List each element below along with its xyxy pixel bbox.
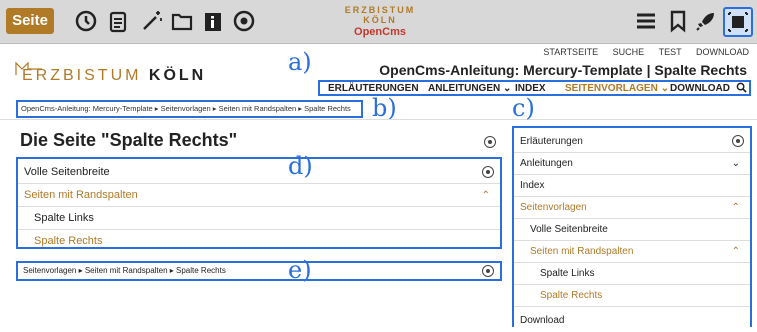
left-nav-label: Volle Seitenbreite [24,166,110,178]
right-nav-anleitungen[interactable]: Anleitungen ⌄ [514,153,750,175]
nav-erlaeuterungen[interactable]: ERLÄUTERUNGEN [328,83,419,94]
bottom-breadcrumb-text: Seitenvorlagen ▸ Seiten mit Randspalten … [23,266,226,275]
right-nav-erlaeuterungen[interactable]: Erläuterungen [514,131,750,153]
breadcrumb[interactable]: OpenCms-Anleitung: Mercury-Template ▸ Se… [16,100,363,118]
right-nav-download[interactable]: Download [514,310,750,332]
edit-point-icon[interactable] [482,265,494,277]
right-nav-spalte-links[interactable]: Spalte Links [514,263,750,285]
target-icon[interactable] [232,9,256,33]
logo-text: ERZBISTUM [22,67,142,84]
site-title: OpenCms-Anleitung: Mercury-Template | Sp… [379,62,747,78]
opencms-logo: ERZBISTUM KÖLN OpenCms [330,5,430,38]
right-nav-label: Erläuterungen [520,136,583,147]
folder-icon[interactable] [170,9,194,33]
bottom-breadcrumb[interactable]: Seitenvorlagen ▸ Seiten mit Randspalten … [16,261,502,281]
top-link-test[interactable]: TEST [659,47,682,57]
search-icon[interactable] [736,82,747,96]
right-nav-label: Spalte Links [540,268,595,279]
chevron-down-icon[interactable]: ⌄ [732,153,740,175]
left-nav-randspalten[interactable]: Seiten mit Randspalten ⌃ [18,184,500,207]
annotation-b: b) [372,94,397,122]
chevron-up-icon[interactable]: ⌃ [732,197,740,219]
clipboard-icon[interactable] [106,9,130,33]
magic-wand-icon[interactable] [140,9,164,33]
right-nav-index[interactable]: Index [514,175,750,197]
chevron-up-icon[interactable]: ⌃ [732,241,740,263]
editor-toolbar: Seite ERZBISTUM KÖLN OpenCms [0,0,757,44]
left-navigation: Volle Seitenbreite Seiten mit Randspalte… [16,157,502,249]
right-nav-label: Volle Seitenbreite [530,224,608,235]
chevron-up-icon[interactable]: ⌃ [482,184,490,207]
bookmark-icon[interactable] [666,9,690,33]
left-nav-spalte-rechts[interactable]: Spalte Rechts [18,230,500,253]
top-links: STARTSEITE SUCHE TEST DOWNLOAD [531,47,749,57]
nav-download[interactable]: DOWNLOAD [670,83,730,94]
seite-button[interactable]: Seite [6,8,54,34]
gallery-toggle[interactable] [723,7,753,37]
divider [0,119,757,120]
nav-seitenvorlagen[interactable]: SEITENVORLAGEN ⌄ [565,83,669,94]
left-nav-label: Seiten mit Randspalten [24,189,138,201]
right-nav-label: Seitenvorlagen [520,202,587,213]
annotation-c: c) [512,94,535,122]
page-heading: Die Seite "Spalte Rechts" [20,130,238,150]
info-icon[interactable] [201,9,225,33]
right-nav-randspalten[interactable]: Seiten mit Randspalten ⌃ [514,241,750,263]
right-nav-label: Spalte Rechts [540,290,603,301]
left-nav-label: Spalte Links [34,212,94,224]
right-nav-seitenvorlagen[interactable]: Seitenvorlagen ⌃ [514,197,750,219]
edit-point-icon[interactable] [732,135,744,147]
right-navigation: Erläuterungen Anleitungen ⌄ Index Seiten… [512,126,752,327]
top-link-suche[interactable]: SUCHE [613,47,645,57]
logo-line2: OpenCms [354,26,406,38]
right-nav-label: Download [520,315,565,326]
right-nav-volle-seitenbreite[interactable]: Volle Seitenbreite [514,219,750,241]
nav-index[interactable]: INDEX [515,83,546,94]
history-icon[interactable] [74,9,98,33]
right-nav-label: Index [520,180,545,191]
left-nav-volle-seitenbreite[interactable]: Volle Seitenbreite [18,161,500,184]
rocket-icon[interactable] [694,9,718,33]
edit-point-icon[interactable] [484,136,496,148]
left-nav-label: Spalte Rechts [34,235,103,247]
nav-anleitungen[interactable]: ANLEITUNGEN ⌄ [428,83,511,94]
top-link-download[interactable]: DOWNLOAD [696,47,749,57]
menu-icon[interactable] [634,9,658,33]
right-nav-spalte-rechts[interactable]: Spalte Rechts [514,285,750,307]
annotation-a: a) [288,48,312,76]
edit-point-icon[interactable] [482,166,494,178]
right-nav-label: Seiten mit Randspalten [530,246,634,257]
erzbistum-logo[interactable]: ERZBISTUM KÖLN [22,67,206,85]
logo-bold: KÖLN [148,67,207,84]
top-link-startseite[interactable]: STARTSEITE [543,47,598,57]
logo-line1: ERZBISTUM KÖLN [344,5,416,25]
right-nav-label: Anleitungen [520,158,573,169]
left-nav-spalte-links[interactable]: Spalte Links [18,207,500,230]
gallery-icon [728,12,748,32]
